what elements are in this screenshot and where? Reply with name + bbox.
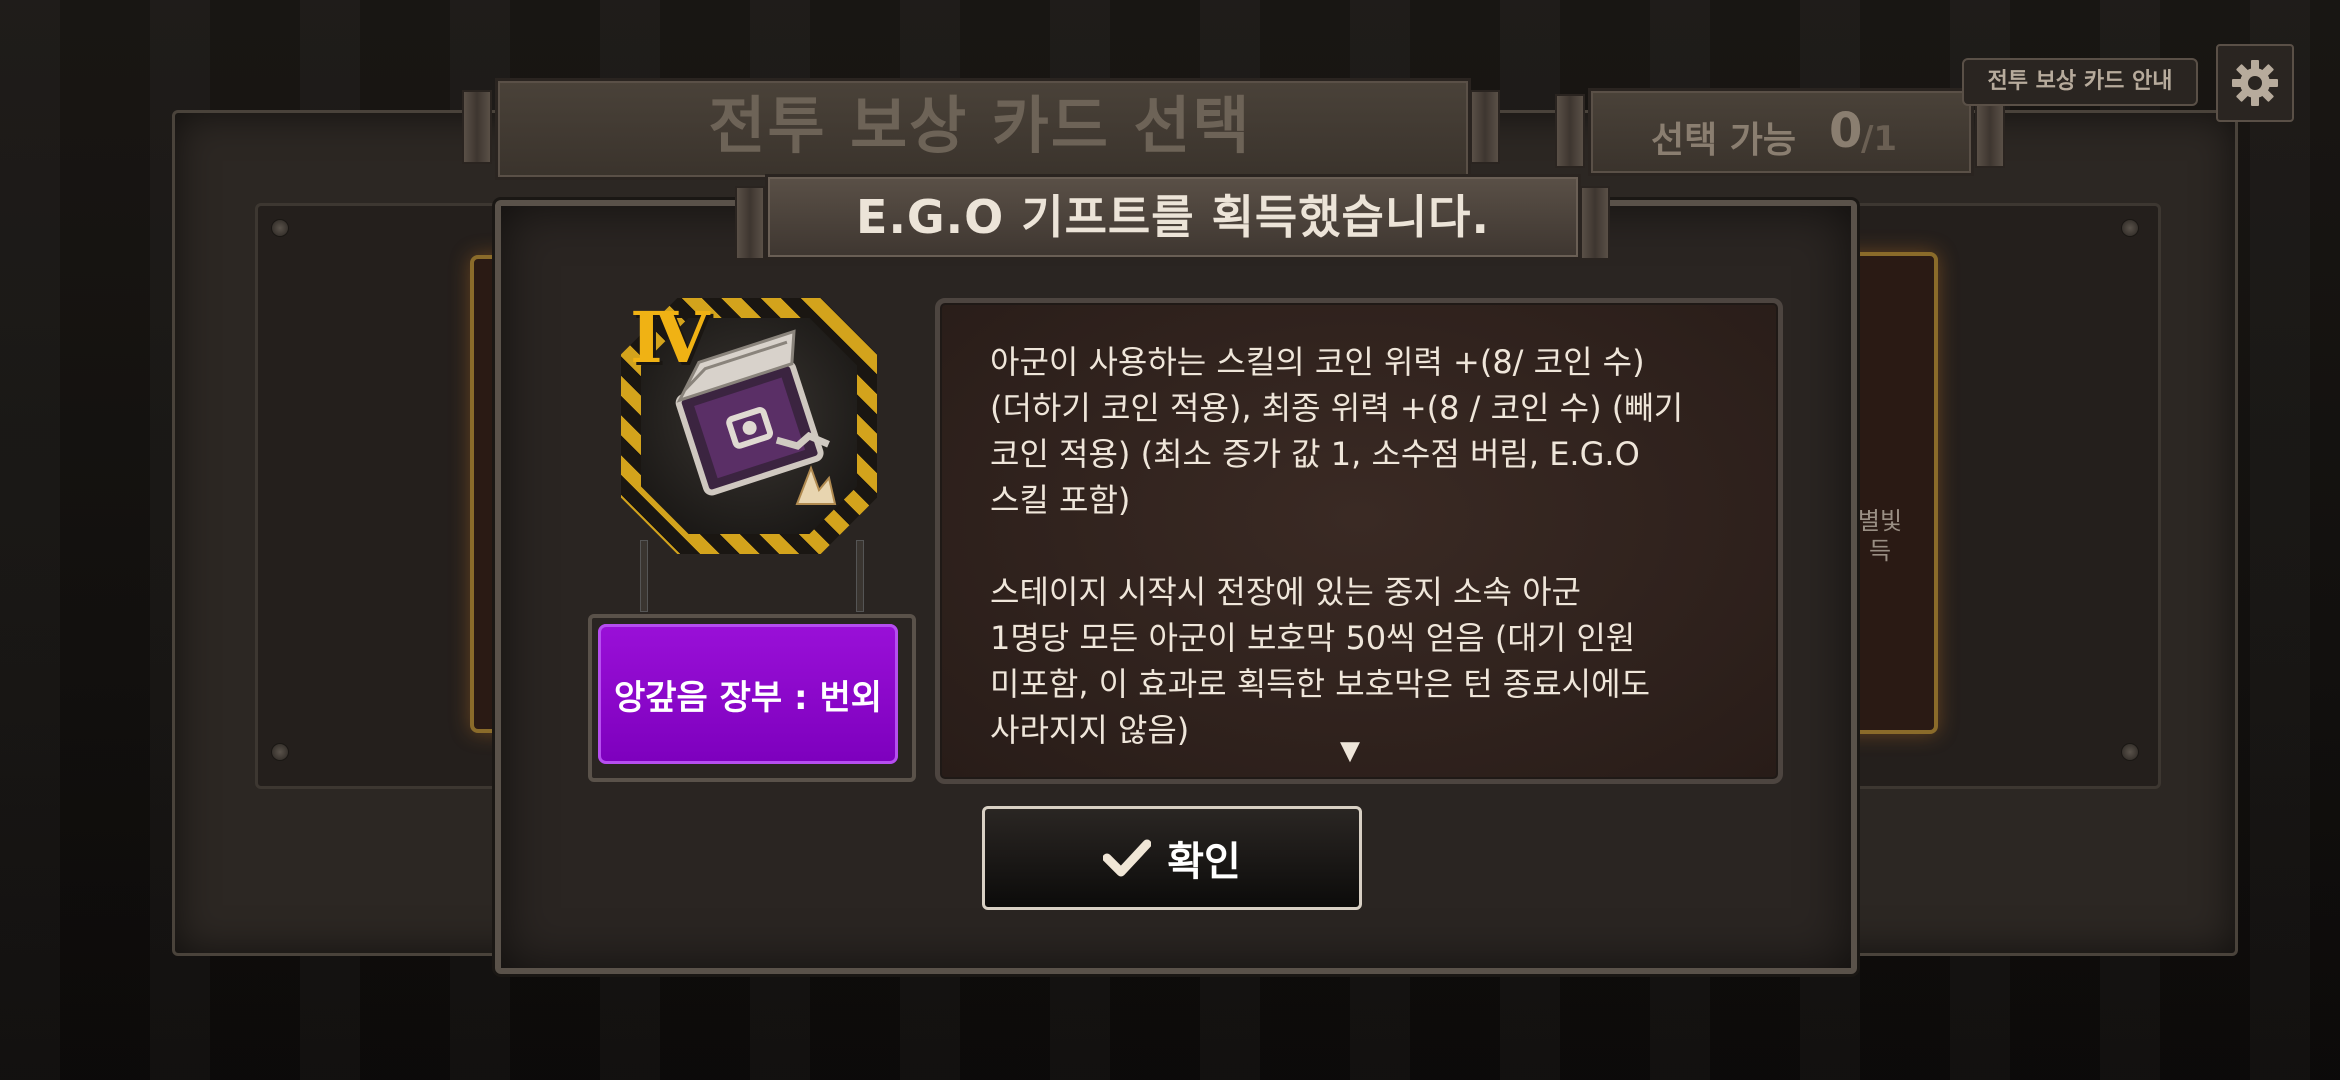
dialog-header: E.G.O 기프트를 획득했습니다.	[765, 174, 1581, 260]
gift-name: 앙갚음 장부 : 번외	[613, 677, 883, 718]
selection-counter: 선택 가능 0 /1	[1588, 88, 1974, 176]
selected-count: 0	[1829, 103, 1863, 159]
confirm-label: 확인	[1167, 839, 1241, 885]
selectable-label: 선택 가능	[1651, 120, 1797, 161]
chain	[856, 540, 864, 612]
scroll-down-arrow-icon[interactable]: ▼	[1340, 736, 1360, 766]
gift-description-panel[interactable]: 아군이 사용하는 스킬의 코인 위력 +(8/ 코인 수) (더하기 코인 적용…	[935, 298, 1783, 784]
gift-name-badge: 앙갚음 장부 : 번외	[598, 624, 898, 764]
settings-button[interactable]	[2216, 44, 2294, 122]
checkmark-icon	[1103, 839, 1152, 877]
gift-description: 아군이 사용하는 스킬의 코인 위력 +(8/ 코인 수) (더하기 코인 적용…	[990, 343, 1684, 749]
header-pillar	[1580, 186, 1610, 260]
reward-card-guide-button[interactable]: 전투 보상 카드 안내	[1962, 58, 2198, 106]
page-title: 전투 보상 카드 선택	[708, 89, 1252, 162]
chain	[640, 540, 648, 612]
settings-gear-icon	[2232, 60, 2278, 106]
bolt-icon	[2121, 219, 2139, 237]
banner-pillar	[462, 90, 492, 164]
bolt-icon	[271, 743, 289, 761]
banner-pillar	[1555, 94, 1585, 168]
bolt-icon	[271, 219, 289, 237]
max-count: /1	[1861, 119, 1898, 159]
banner-pillar	[1470, 90, 1500, 164]
confirm-button[interactable]: 확인	[982, 806, 1362, 910]
gift-tier: Ⅳ	[630, 296, 710, 379]
card-partial-text: 득	[1868, 537, 1892, 565]
header-pillar	[735, 186, 765, 260]
dialog-title: E.G.O 기프트를 획득했습니다.	[856, 190, 1490, 244]
bolt-icon	[2121, 743, 2139, 761]
card-partial-text: 별빛	[1857, 507, 1903, 535]
